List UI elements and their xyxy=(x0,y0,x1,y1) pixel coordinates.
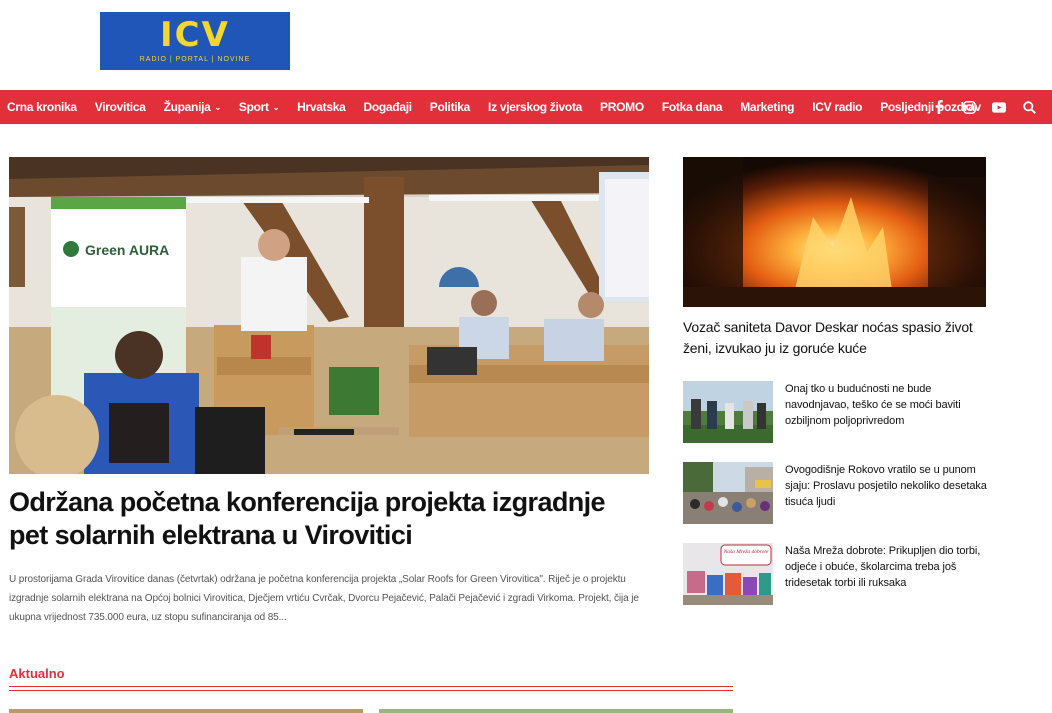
search-icon[interactable] xyxy=(1022,100,1036,114)
logo-tagline: RADIO | PORTAL | NOVINE xyxy=(139,56,251,63)
nav-item-label: Politika xyxy=(429,100,471,114)
social-icons xyxy=(932,90,1052,124)
nav-item-label: Sport xyxy=(238,100,269,114)
nav-item-label: Hrvatska xyxy=(297,100,346,114)
conference-photo: Green AURA xyxy=(9,157,649,474)
nav-item-label: Iz vjerskog života xyxy=(488,100,583,114)
nav-item-label: Crna kronika xyxy=(7,100,77,114)
nav-item[interactable]: PROMO xyxy=(600,100,644,114)
fire-photo xyxy=(683,157,986,307)
instagram-icon[interactable] xyxy=(962,100,976,114)
aktualno-thumbnail[interactable] xyxy=(9,709,363,713)
nav-item-label: Županija xyxy=(163,100,211,114)
main-article-image[interactable]: Green AURA xyxy=(9,157,649,474)
nav-item-label: PROMO xyxy=(600,100,644,114)
nav-item[interactable]: Crna kronika xyxy=(7,100,77,114)
chevron-down-icon: ⌄ xyxy=(214,102,222,112)
nav-item[interactable]: Virovitica xyxy=(95,100,146,114)
nav-item[interactable]: Županija ⌄ xyxy=(163,100,222,114)
sidebar-list-item[interactable]: Onaj tko u budućnosti ne bude navodnjava… xyxy=(683,381,988,445)
nav-item-label: Virovitica xyxy=(94,100,146,114)
sidebar-item-title[interactable]: Onaj tko u budućnosti ne bude navodnjava… xyxy=(785,381,990,429)
section-divider xyxy=(9,690,733,691)
nav-item[interactable]: Hrvatska xyxy=(297,100,346,114)
sidebar-item-thumbnail[interactable]: Naša Mreža dobrote xyxy=(683,543,773,605)
nav-item-label: Marketing xyxy=(740,100,795,114)
sidebar-item-title[interactable]: Ovogodišnje Rokovo vratilo se u punom sj… xyxy=(785,462,990,510)
nav-item-label: Fotka dana xyxy=(661,100,723,114)
sidebar-item-thumbnail[interactable] xyxy=(683,381,773,443)
main-article-excerpt: U prostorijama Grada Virovitice danas (č… xyxy=(9,574,639,623)
sidebar-list-item[interactable]: Naša Mreža dobrote Naša Mreža dobrote: P… xyxy=(683,543,988,607)
banner-text: Green AURA xyxy=(85,242,169,258)
sidebar-list-item[interactable]: Ovogodišnje Rokovo vratilo se u punom sj… xyxy=(683,462,988,526)
nav-item[interactable]: ICV radio xyxy=(812,100,862,114)
main-navigation: Crna kronika Virovitica Županija ⌄ Sport ⌄ Hrv… xyxy=(0,90,1052,124)
sidebar-item-title[interactable]: Naša Mreža dobrote: Prikupljen dio torbi… xyxy=(785,543,990,591)
nav-item-label: Događaji xyxy=(363,100,412,114)
aktualno-thumbnail[interactable] xyxy=(379,709,733,713)
main-article-title[interactable]: Održana početna konferencija projekta iz… xyxy=(9,486,649,552)
logo-text: ICV xyxy=(160,15,230,55)
nav-item[interactable]: Politika xyxy=(429,100,471,114)
nav-item[interactable]: Iz vjerskog života xyxy=(488,100,582,114)
section-title-aktualno[interactable]: Aktualno xyxy=(9,666,65,681)
thumb-overlay-text: Naša Mreža dobrote xyxy=(723,549,769,555)
chevron-down-icon: ⌄ xyxy=(272,102,280,112)
sidebar-featured-title[interactable]: Vozač saniteta Davor Deskar noćas spasio… xyxy=(683,317,986,359)
youtube-icon[interactable] xyxy=(992,100,1006,114)
nav-item-label: ICV radio xyxy=(812,100,863,114)
section-divider xyxy=(9,686,733,687)
nav-menu: Crna kronika Virovitica Županija ⌄ Sport ⌄ Hrv… xyxy=(0,90,999,124)
nav-item[interactable]: Marketing xyxy=(740,100,794,114)
sidebar-featured-image[interactable] xyxy=(683,157,986,307)
nav-item[interactable]: Fotka dana xyxy=(661,100,723,114)
site-logo[interactable]: ICV RADIO | PORTAL | NOVINE xyxy=(100,12,290,70)
nav-item[interactable]: Sport ⌄ xyxy=(238,100,280,114)
sidebar-item-thumbnail[interactable] xyxy=(683,462,773,524)
facebook-icon[interactable] xyxy=(932,100,946,114)
nav-item[interactable]: Događaji xyxy=(363,100,412,114)
